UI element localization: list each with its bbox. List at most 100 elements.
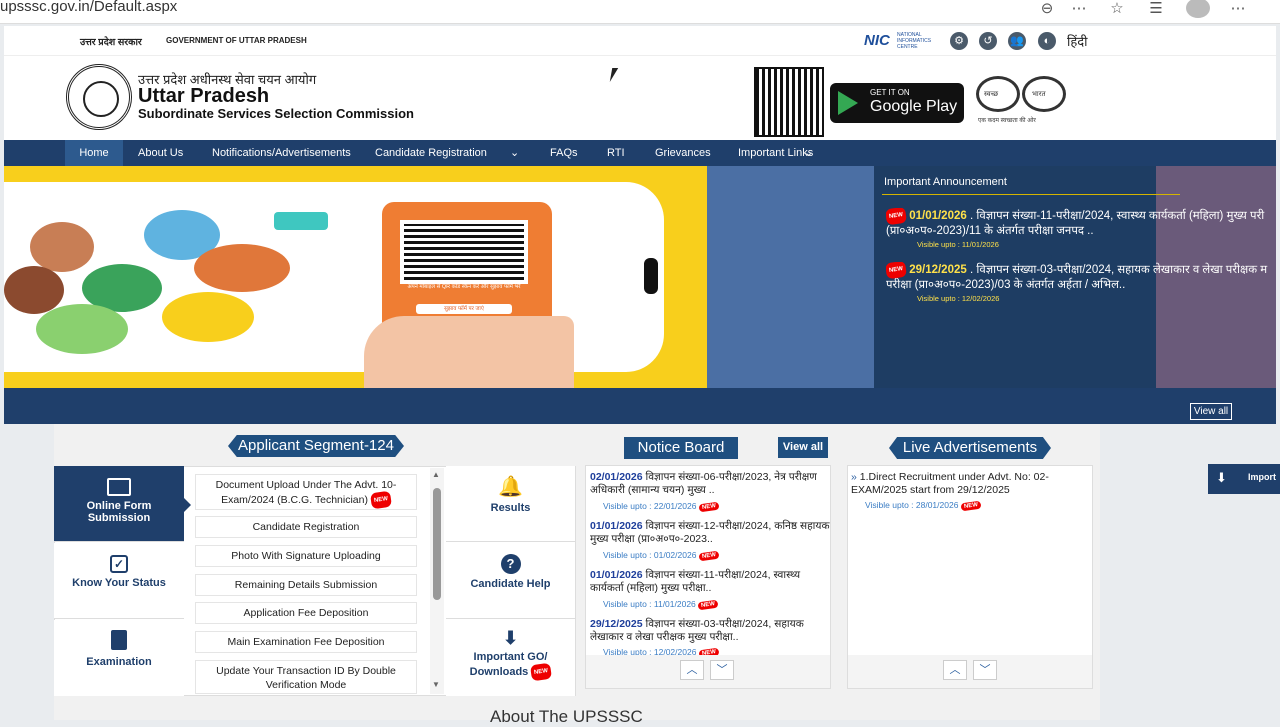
applicant-list-item[interactable]: Candidate Registration [195,516,417,538]
live-ad-item[interactable]: » 1.Direct Recruitment under Advt. No: 0… [851,471,1081,497]
notice-scroll-up-icon[interactable]: ︿ [680,660,704,680]
phone-side-button [644,258,658,294]
applicant-list-item[interactable]: Application Fee Deposition [195,602,417,624]
candidate-help-button[interactable]: ? Candidate Help [446,543,575,619]
announcement-visible: Visible upto : 11/01/2026 [917,240,999,249]
chat-bubble-icon [274,212,328,230]
favorites-list-icon[interactable]: ☰ [1146,0,1166,20]
applicant-segment-title: Applicant Segment-124 [228,435,404,457]
nav-dropdown-chevron-icon[interactable]: ⌄ [500,140,529,166]
examination-button[interactable]: Examination [54,620,184,696]
phone-button: सुझाव फॉर्म पर जाएं [416,304,512,314]
url-text[interactable]: upsssc.gov.in/Default.aspx [0,0,177,15]
announcement-date: 29/12/2025 [909,264,967,277]
up-govt-hindi: उत्तर प्रदेश सरकार [80,37,142,48]
applicant-list-item[interactable]: Main Examination Fee Deposition [195,631,417,653]
online-form-submission-button[interactable]: Online Form Submission [54,466,184,542]
up-govt-english: GOVERNMENT OF UTTAR PRADESH [166,36,307,45]
notice-view-all-button[interactable]: View all [778,437,828,458]
notice-board-title: Notice Board [624,437,738,459]
document-icon [111,630,127,650]
announcement-item[interactable]: NEW 01/01/2026 . विज्ञापन संख्या-11-परीक… [886,208,1276,244]
play-big-text: Google Play [870,98,958,115]
new-badge: NEW [698,501,720,513]
nav-about-us[interactable]: About Us [128,140,193,166]
new-badge: NEW [530,662,553,682]
phone-qr-icon [400,220,528,284]
site-header: उत्तर प्रदेश अधीनस्थ सेवा चयन आयोग Uttar… [4,56,1276,140]
notice-visible-text: Visible upto : 01/02/2026 [603,550,697,560]
notice-visible: Visible upto : 22/01/2026 NEW [603,501,720,513]
favorite-star-icon[interactable]: ☆ [1107,0,1127,20]
applicant-list-item[interactable]: Document Upload Under The Advt. 10-Exam/… [195,474,417,510]
nav-grievances[interactable]: Grievances [645,140,721,166]
scroll-down-icon[interactable]: ▼ [432,680,440,689]
swachh-tagline: एक कदम स्वच्छता की ओर [978,118,1036,124]
notice-item[interactable]: 01/01/2026 विज्ञापन संख्या-11-परीक्षा/20… [590,569,830,595]
nav-rti[interactable]: RTI [597,140,635,166]
bullet-icon: » [851,471,857,483]
google-play-badge[interactable]: GET IT ON Google Play [830,83,964,123]
live-ads-scroll-up-icon[interactable]: ︿ [943,660,967,680]
applicant-scrollbar[interactable]: ▲ ▼ [430,468,444,694]
more-tools-icon[interactable]: ⋯ [1069,0,1089,20]
live-ads-title: Live Advertisements [889,437,1051,459]
about-heading: About The UPSSSC [490,707,643,726]
notice-scroll-down-icon[interactable]: ﹀ [710,660,734,680]
notice-item[interactable]: 29/12/2025 विज्ञापन संख्या-03-परीक्षा/20… [590,618,830,644]
swachh-right-text: भारत [1032,91,1046,98]
settings-icon[interactable]: ⚙ [950,32,968,50]
notice-item[interactable]: 02/01/2026 विज्ञापन संख्या-06-परीक्षा/20… [590,471,830,497]
online-form-label: Online Form Submission [86,500,152,524]
nav-notifications[interactable]: Notifications/Advertisements [202,140,361,166]
nav-candidate-registration[interactable]: Candidate Registration [365,140,497,166]
applicant-list-label: Document Upload Under The Advt. 10-Exam/… [215,479,397,506]
notice-visible-text: Visible upto : 11/01/2026 [603,599,696,609]
important-links-chevron-icon[interactable]: ⌄ [804,140,813,166]
accessibility-icon[interactable]: ↺ [979,32,997,50]
users-icon[interactable]: 👥 [1008,32,1026,50]
nav-faqs[interactable]: FAQs [540,140,588,166]
important-announcement-panel: Important Announcement NEW 01/01/2026 . … [874,166,1276,388]
announcement-item[interactable]: NEW 29/12/2025 . विज्ञापन संख्या-03-परीक… [886,262,1276,298]
person-image-6 [36,304,128,354]
live-ad-visible: Visible upto : 28/01/2026 NEW [865,500,982,512]
header-subtitle: Subordinate Services Selection Commissio… [138,106,414,121]
person-image-4 [4,266,64,314]
language-toggle[interactable]: हिंदी [1067,32,1088,50]
new-badge: NEW [886,262,908,280]
notice-controls [586,655,830,688]
know-status-label: Know Your Status [72,577,166,589]
scrollbar-thumb[interactable] [433,488,441,600]
applicant-list-item[interactable]: Update Your Transaction ID By Double Ver… [195,660,417,694]
applicant-list-item[interactable]: Photo With Signature Uploading [195,545,417,567]
browser-menu-icon[interactable]: ⋯ [1228,0,1248,20]
nav-home[interactable]: Home [65,140,123,166]
top-strip: उत्तर प्रदेश सरकार GOVERNMENT OF UTTAR P… [4,26,1276,56]
side-important-tab[interactable]: ⬇ Import [1208,464,1280,494]
side-download-icon: ⬇ [1216,470,1227,485]
announcement-date: 01/01/2026 [909,210,967,223]
notice-item[interactable]: 01/01/2026 विज्ञापन संख्या-12-परीक्षा/20… [590,520,830,546]
important-go-downloads-button[interactable]: ⬇ Important GO/ Downloads NEW [446,620,575,696]
applicant-list-item[interactable]: Remaining Details Submission [195,574,417,596]
new-badge: NEW [960,500,982,512]
banner-side-panel [707,166,874,398]
announcement-strip: View all [4,388,1276,424]
announcement-title: Important Announcement [884,176,1007,188]
checkbox-icon: ✓ [110,555,128,573]
live-ads-scroll-down-icon[interactable]: ﹀ [973,660,997,680]
know-your-status-button[interactable]: ✓ Know Your Status [54,543,184,619]
announcement-view-all-button[interactable]: View all [1190,403,1232,420]
notice-visible: Visible upto : 11/01/2026 NEW [603,599,719,611]
notice-date: 01/01/2026 [590,569,643,581]
contrast-icon[interactable]: ◐ [1038,32,1056,50]
results-button[interactable]: 🔔 Results [446,466,575,542]
scroll-up-icon[interactable]: ▲ [432,470,440,479]
profile-avatar[interactable] [1186,0,1210,18]
qr-code [754,67,824,137]
new-badge: NEW [886,208,908,226]
zoom-icon[interactable]: ⊖ [1037,0,1057,20]
candidate-help-label: Candidate Help [470,578,551,590]
person-image-3 [194,244,290,292]
